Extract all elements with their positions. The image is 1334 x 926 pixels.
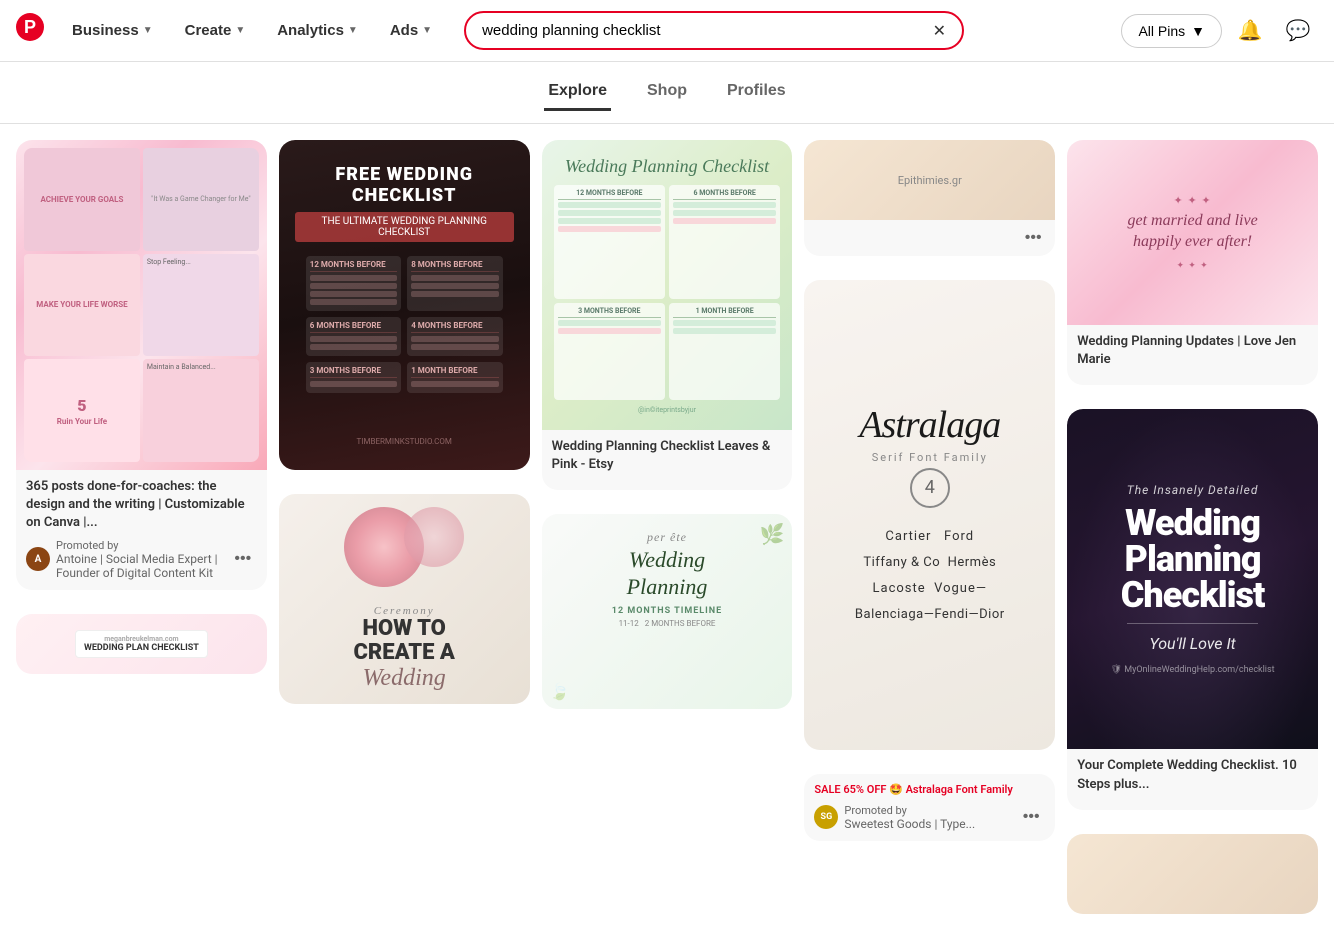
grid-col-3: Wedding Planning Checklist 12 MONTHS BEF… xyxy=(542,140,793,721)
notifications-button[interactable]: 🔔 xyxy=(1230,11,1270,51)
search-input[interactable] xyxy=(482,22,925,39)
list-item[interactable] xyxy=(1067,834,1318,914)
ads-menu[interactable]: Ads ▼ xyxy=(378,14,444,47)
pin-info: 365 posts done-for-coaches: the design a… xyxy=(16,470,267,590)
list-item[interactable]: Ceremony HOW TOCREATE A Wedding xyxy=(279,494,530,704)
grid-col-1: ACHIEVE YOUR GOALS "It Was a Game Change… xyxy=(16,140,267,686)
avatar: A xyxy=(26,547,50,571)
business-menu[interactable]: Business ▼ xyxy=(60,14,165,47)
list-item[interactable]: ✦ ✦ ✦ get married and livehappily ever a… xyxy=(1067,140,1318,385)
pin-meta: A Promoted by Antoine | Social Media Exp… xyxy=(26,539,257,580)
bell-icon: 🔔 xyxy=(1238,18,1263,43)
list-item[interactable]: Wedding Planning Checklist 12 MONTHS BEF… xyxy=(542,140,793,490)
svg-text:P: P xyxy=(24,17,36,37)
create-menu[interactable]: Create ▼ xyxy=(173,14,258,47)
tab-profiles[interactable]: Profiles xyxy=(723,74,790,111)
list-item[interactable]: SALE 65% OFF 🤩 Astralaga Font Family SG … xyxy=(804,774,1055,841)
ads-chevron-icon: ▼ xyxy=(422,25,432,36)
pin-more-button[interactable]: ••• xyxy=(229,545,257,573)
list-item[interactable]: meganbreukelman.com WEDDING PLAN CHECKLI… xyxy=(16,614,267,674)
grid-col-4: Epithimies.gr ••• Astralaga Serif Font F… xyxy=(804,140,1055,853)
list-item[interactable]: Astralaga Serif Font Family 4 Cartier Fo… xyxy=(804,280,1055,750)
tab-shop[interactable]: Shop xyxy=(643,74,691,111)
create-chevron-icon: ▼ xyxy=(235,25,245,36)
analytics-chevron-icon: ▼ xyxy=(348,25,358,36)
list-item[interactable]: per ête WeddingPlanning 12 MONTHS TIMELI… xyxy=(542,514,793,709)
filter-button[interactable]: All Pins ▼ xyxy=(1121,14,1222,48)
analytics-menu[interactable]: Analytics ▼ xyxy=(265,14,370,47)
list-item[interactable]: FREE WEDDING CHECKLIST THE ULTIMATE WEDD… xyxy=(279,140,530,470)
list-item[interactable]: Epithimies.gr ••• xyxy=(804,140,1055,256)
business-chevron-icon: ▼ xyxy=(143,25,153,36)
grid-col-2: FREE WEDDING CHECKLIST THE ULTIMATE WEDD… xyxy=(279,140,530,716)
nav-right: All Pins ▼ 🔔 💬 xyxy=(1121,11,1318,51)
list-item[interactable]: The Insanely Detailed Wedding Planning C… xyxy=(1067,409,1318,809)
search-bar: ✕ xyxy=(464,11,964,50)
search-clear-icon[interactable]: ✕ xyxy=(933,21,946,40)
messages-button[interactable]: 💬 xyxy=(1278,11,1318,51)
promoted-label: Promoted by xyxy=(56,539,223,552)
pin-title: 365 posts done-for-coaches: the design a… xyxy=(26,478,257,533)
grid-col-5: ✦ ✦ ✦ get married and livehappily ever a… xyxy=(1067,140,1318,926)
pinterest-logo[interactable]: P xyxy=(16,13,44,48)
list-item[interactable]: ACHIEVE YOUR GOALS "It Was a Game Change… xyxy=(16,140,267,590)
speech-bubble-icon: 💬 xyxy=(1286,18,1311,43)
filter-chevron-icon: ▼ xyxy=(1191,23,1205,39)
search-tabs: Explore Shop Profiles xyxy=(0,62,1334,124)
pin-grid: ACHIEVE YOUR GOALS "It Was a Game Change… xyxy=(0,124,1334,926)
pin-source: Antoine | Social Media Expert | Founder … xyxy=(56,552,223,580)
navbar: P Business ▼ Create ▼ Analytics ▼ Ads ▼ … xyxy=(0,0,1334,62)
tab-explore[interactable]: Explore xyxy=(544,74,611,111)
